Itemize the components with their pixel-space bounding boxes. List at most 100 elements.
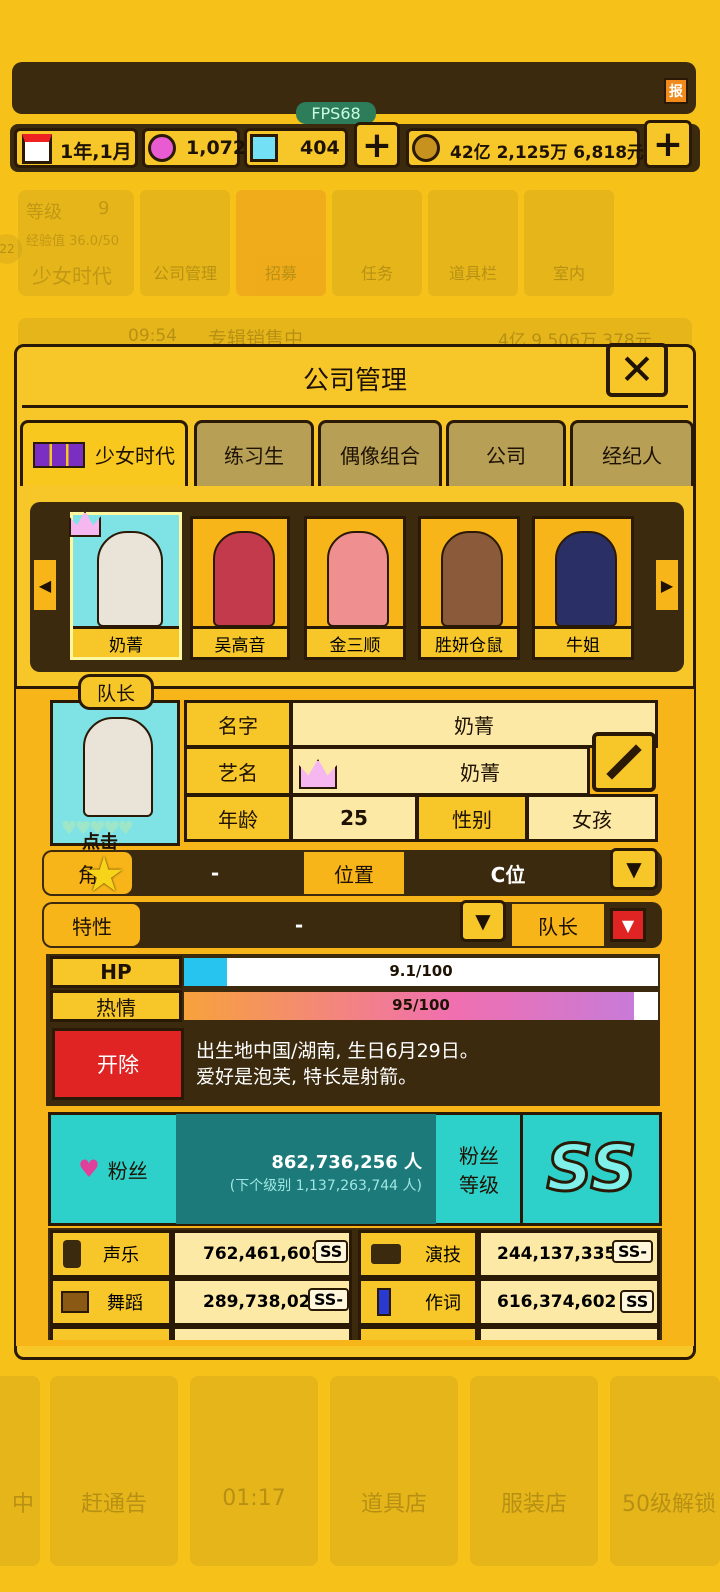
hp-bar: 9.1/100: [184, 958, 658, 986]
member-avatar: [213, 531, 275, 627]
tab-girls-generation[interactable]: 少女时代: [20, 420, 188, 486]
position-dropdown-button[interactable]: ▼: [610, 848, 658, 890]
add-money-button[interactable]: +: [644, 120, 692, 168]
chevron-down-icon: ▼: [475, 909, 491, 933]
bg-nav-room: 室内: [524, 190, 614, 296]
stats-table: 声乐 762,461,601 SS 演技 244,137,335 SS- 舞蹈 …: [48, 1228, 662, 1340]
bg-bottom-label: 中: [11, 1492, 34, 1517]
member-name: 吴高音: [193, 626, 287, 657]
member-avatar: [555, 531, 617, 627]
star-icon[interactable]: ★: [80, 851, 128, 899]
stat-value: 616,374,602: [497, 1292, 617, 1312]
bg-nav-label: 招募: [264, 264, 297, 283]
coin-icon: [412, 134, 440, 162]
tab-trainee[interactable]: 练习生: [194, 420, 314, 486]
bg-level-value: 9: [98, 198, 110, 219]
stat-lyrics-grade: SS: [620, 1290, 655, 1313]
fans-grade-label: 粉丝 等级: [440, 1116, 518, 1222]
name-label: 名字: [184, 700, 292, 748]
bg-bottom-nav: 中 赶通告 01:17 道具店 服装店 50级解锁: [0, 1376, 720, 1566]
fans-grade-label-1: 粉丝: [459, 1144, 499, 1168]
member-name: 胜妍仓鼠: [421, 626, 517, 657]
date-text: 1年,1月: [60, 141, 132, 163]
tab-manager[interactable]: 经纪人: [570, 420, 694, 486]
leader-toggle-label: 队长: [512, 904, 604, 946]
bg-exp: 经验值 36.0/50: [26, 234, 119, 249]
age-label: 年龄: [184, 794, 292, 842]
trait-value: -: [294, 913, 304, 937]
passion-label: 热情: [50, 990, 182, 1022]
member-card-selected[interactable]: 奶菁: [69, 511, 182, 660]
member-avatar: [327, 531, 389, 627]
microphone-icon: [63, 1240, 81, 1268]
stat-value: 289,738,027: [203, 1292, 323, 1312]
bg-bottom-item: 道具店: [330, 1376, 458, 1566]
bg-bottom-label: 赶通告: [80, 1492, 147, 1517]
member-card[interactable]: 胜妍仓鼠: [418, 516, 520, 660]
tab-idol-group[interactable]: 偶像组合: [318, 420, 442, 486]
hp-label: HP: [50, 956, 182, 988]
tab-company[interactable]: 公司: [446, 420, 566, 486]
stat-label: 演技: [425, 1245, 461, 1266]
profile-portrait[interactable]: ♥♥♥♥♥: [50, 700, 180, 846]
gender-value: 女孩: [526, 794, 658, 842]
bg-nav-label: 任务: [360, 264, 393, 283]
close-button[interactable]: ✕: [606, 343, 668, 397]
fans-value: 862,736,256 人: [271, 1152, 422, 1173]
leader-toggle[interactable]: ▼: [610, 908, 646, 942]
bg-bottom-label: 01:17: [222, 1486, 286, 1511]
bg-group-name: 少女时代: [32, 264, 112, 288]
diamond-icon: [250, 134, 278, 162]
stat-label: 舞蹈: [107, 1293, 143, 1314]
fans-label: 粉丝: [107, 1158, 148, 1183]
bg-level-label: 等级: [26, 202, 62, 223]
fire-button[interactable]: 开除: [52, 1028, 184, 1100]
member-avatar: [97, 531, 163, 627]
shoe-icon: [61, 1291, 89, 1313]
stat-dance-label: 舞蹈: [50, 1278, 172, 1326]
crown-icon: [69, 511, 101, 537]
report-button[interactable]: 报: [664, 78, 688, 104]
hp-text: 9.1/100: [389, 962, 453, 980]
member-name: 金三顺: [307, 626, 403, 657]
stat-dance-grade: SS-: [308, 1288, 349, 1311]
passion-bar: 95/100: [184, 992, 658, 1020]
heart-icon: ♥: [78, 1155, 100, 1183]
diamond-count: 404: [300, 137, 340, 159]
calendar-icon: [22, 134, 52, 164]
gem-icon: [148, 134, 176, 162]
stat-label: 作词: [425, 1293, 461, 1314]
pen-icon: [377, 1288, 391, 1316]
stat-acting-label: 演技: [358, 1230, 478, 1278]
member-card[interactable]: 吴高音: [190, 516, 290, 660]
bio-line-2: 爱好是泡芙, 特长是射箭。: [196, 1066, 418, 1088]
gem-count: 1,072: [186, 137, 247, 159]
stage-name-label: 艺名: [184, 746, 292, 796]
member-card[interactable]: 牛姐: [532, 516, 634, 660]
bg-bottom-item: 服装店: [470, 1376, 598, 1566]
stat-row-partial: [358, 1326, 478, 1340]
trait-label: 特性: [44, 904, 140, 946]
grade-badge: SS: [620, 1290, 655, 1313]
fans-grade-badge: SS: [520, 1114, 660, 1224]
bg-nav-company: 公司管理: [140, 190, 230, 296]
bg-nav-label: 室内: [552, 264, 585, 283]
portrait-avatar: [83, 717, 153, 817]
bg-nav-recruit: 招募: [236, 190, 326, 296]
carousel-left-arrow[interactable]: ◀: [34, 560, 56, 610]
stat-label: 声乐: [103, 1245, 139, 1266]
edit-name-button[interactable]: [592, 732, 656, 792]
stage-crown-icon: [299, 759, 337, 789]
bg-bottom-label: 服装店: [500, 1492, 567, 1517]
role-value: -: [210, 861, 220, 885]
add-diamond-button[interactable]: +: [354, 122, 400, 168]
chevron-down-icon: ▼: [626, 857, 642, 881]
member-name: 牛姐: [535, 626, 631, 657]
fps-counter: FPS68: [296, 102, 376, 124]
member-card[interactable]: 金三顺: [304, 516, 406, 660]
trait-dropdown-button[interactable]: ▼: [460, 900, 506, 942]
camera-icon: [371, 1244, 401, 1264]
age-value: 25: [290, 794, 418, 842]
carousel-right-arrow[interactable]: ▶: [656, 560, 678, 610]
stat-vocal-grade: SS: [314, 1240, 349, 1263]
